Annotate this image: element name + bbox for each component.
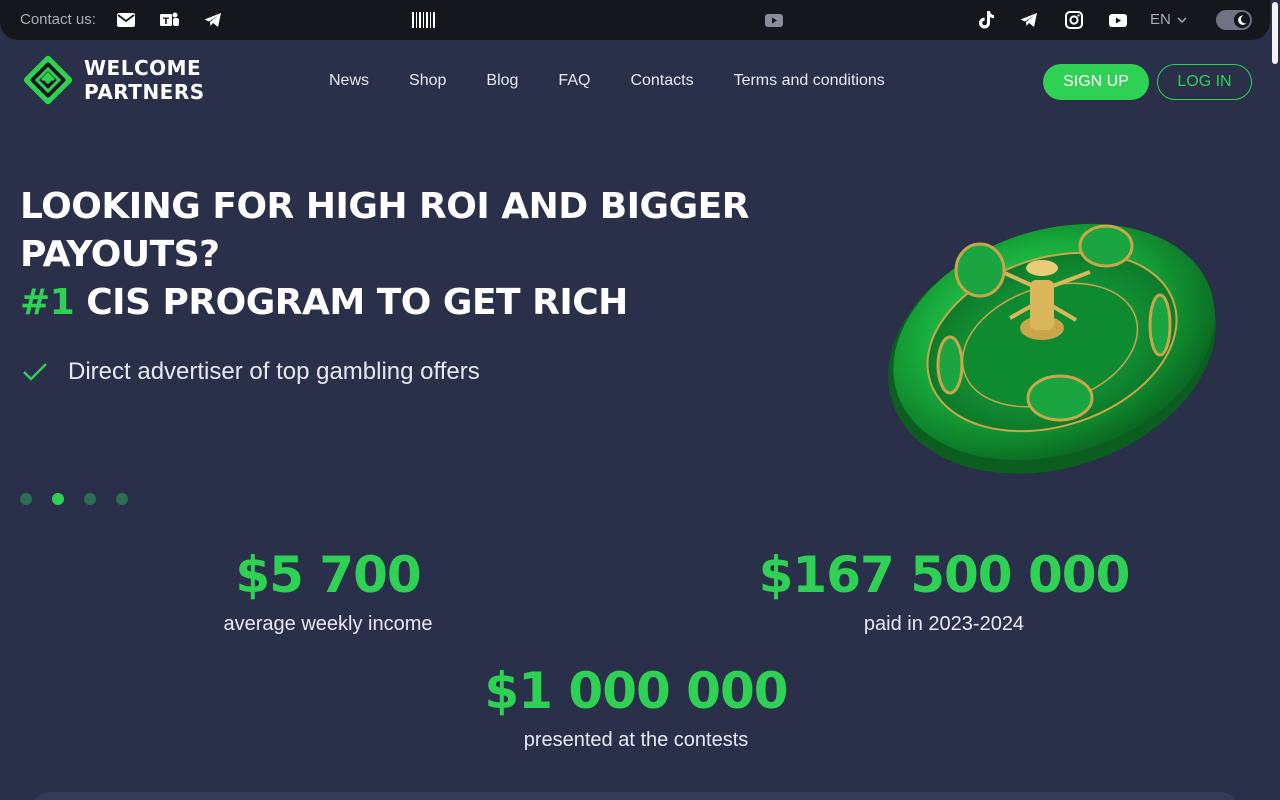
slider-dot[interactable] [116,493,128,505]
sign-up-button[interactable]: SIGN UP [1043,64,1149,100]
logo-mark-icon [23,55,73,105]
hero-title-accent: #1 [20,282,75,323]
barcode-icon[interactable] [410,10,438,30]
hero-title-line-1: LOOKING FOR HIGH ROI AND BIGGER [20,186,749,227]
chevron-down-icon [1177,17,1187,23]
nav-news[interactable]: News [329,72,369,90]
checkmark-icon [23,363,47,381]
hero-title-line-3: CIS PROGRAM TO GET RICH [74,282,628,323]
stat-contests: $1 000 000 presented at the contests [436,661,836,752]
slider-dot-active[interactable] [52,493,64,505]
stat-label: average weekly income [223,613,433,635]
logo-line-1: WELCOME [84,56,202,80]
nav-shop[interactable]: Shop [409,72,446,90]
slider-dot[interactable] [84,493,96,505]
hero-bullet: Direct advertiser of top gambling offers [22,358,480,386]
nav-faq[interactable]: FAQ [558,72,590,90]
mail-icon[interactable] [116,10,136,30]
slider-dot[interactable] [20,493,32,505]
language-label: EN [1150,11,1171,28]
tiktok-icon[interactable] [976,10,996,30]
slider-pagination [20,493,128,505]
stat-label: paid in 2023-2024 [863,613,1025,635]
stat-weekly-income: $5 700 average weekly income [178,545,478,636]
hero-title: LOOKING FOR HIGH ROI AND BIGGER PAYOUTS?… [20,183,780,327]
teams-icon[interactable]: T [160,10,180,30]
stat-paid: $167 500 000 paid in 2023-2024 [744,545,1144,636]
stat-value: $1 000 000 [484,662,788,720]
youtube-icon[interactable] [1108,10,1128,30]
logo[interactable]: WELCOME PARTNERS [20,52,205,108]
hero-title-line-2: PAYOUTS? [20,234,220,275]
main-nav: News Shop Blog FAQ Contacts Terms and co… [329,72,925,90]
scrollbar-thumb[interactable] [1272,2,1278,64]
youtube-icon[interactable] [764,10,784,30]
contact-label: Contact us: [20,11,96,28]
logo-line-2: PARTNERS [84,80,205,104]
top-contact-bar: Contact us: T EN [0,0,1270,40]
hero-bullet-text: Direct advertiser of top gambling offers [68,358,480,385]
moon-icon [1234,12,1250,28]
stat-value: $167 500 000 [758,546,1131,604]
nav-terms[interactable]: Terms and conditions [734,72,885,90]
page-scrollbar[interactable] [1270,0,1280,800]
log-in-button[interactable]: LOG IN [1157,64,1252,100]
telegram-icon[interactable] [203,10,223,30]
instagram-icon[interactable] [1064,10,1084,30]
next-section-card [30,792,1240,800]
nav-contacts[interactable]: Contacts [630,72,693,90]
nav-blog[interactable]: Blog [486,72,518,90]
telegram-icon[interactable] [1019,10,1039,30]
stat-label: presented at the contests [523,729,749,751]
logo-text: WELCOME PARTNERS [84,56,205,104]
language-selector[interactable]: EN [1150,11,1187,28]
theme-toggle[interactable] [1216,10,1252,30]
svg-text:T: T [163,17,170,27]
roulette-wheel-image [888,223,1216,474]
stat-value: $5 700 [235,546,421,604]
